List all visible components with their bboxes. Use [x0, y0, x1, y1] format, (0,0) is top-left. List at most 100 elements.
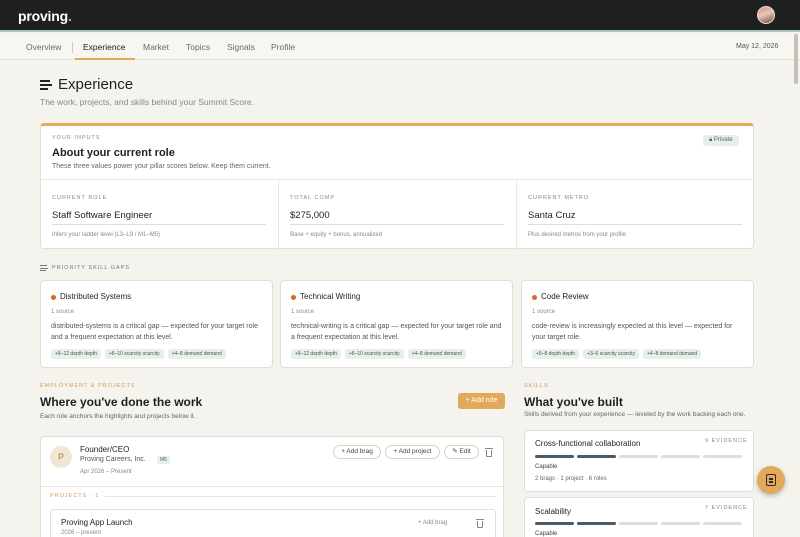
level-bars — [535, 455, 742, 458]
gap-description: code-review is increasingly expected at … — [532, 323, 733, 341]
company-avatar: P — [50, 446, 72, 468]
skill-gaps-label: PRIORITY SKILL GAPS — [52, 265, 130, 271]
skill-gap-card[interactable]: Technical Writing 1 source technical-wri… — [280, 280, 513, 368]
skill-card[interactable]: Scalability 7 EVIDENCE Capable — [524, 497, 754, 537]
nav-separator — [72, 42, 73, 53]
scrollbar[interactable] — [794, 34, 798, 84]
project-add-brag-button[interactable]: + Add brag — [418, 520, 447, 526]
scarcity-chip: +6–10 scarcity scarcity — [104, 349, 164, 359]
tab-experience[interactable]: Experience — [83, 42, 126, 52]
pencil-icon: ✎ — [452, 448, 460, 455]
role-card: P Founder/CEO Proving Careers, Inc. M5 A… — [40, 436, 504, 537]
inputs-card: YOUR INPUTS 🔒︎ Private About your curren… — [40, 123, 755, 250]
nav-bar: Overview Experience Market Topics Signal… — [0, 34, 800, 60]
status-dot — [532, 295, 537, 300]
gap-name: Technical Writing — [300, 292, 361, 301]
field-hint: Infers your ladder level (L3–L9 / M1–M5) — [52, 232, 161, 238]
project-card[interactable]: Proving App Launch 2026 – present + Add … — [50, 509, 496, 537]
skill-meta: 2 brags · 1 project · 6 roles — [535, 476, 607, 482]
active-tab-indicator — [75, 58, 135, 60]
gap-source: 1 source — [51, 309, 75, 315]
gap-source: 1 source — [291, 309, 315, 315]
evidence-count: 9 EVIDENCE — [705, 438, 748, 444]
total-comp-value[interactable]: $275,000 — [290, 210, 330, 221]
scarcity-chip: +3–6 scarcity scarcity — [583, 349, 640, 359]
private-badge-label: Private — [713, 137, 733, 143]
tab-overview[interactable]: Overview — [26, 42, 61, 52]
sliders-icon — [40, 80, 52, 90]
total-comp-field[interactable]: TOTAL COMP $275,000 Base + equity + bonu… — [279, 180, 517, 250]
skill-card[interactable]: Cross-functional collaboration 9 EVIDENC… — [524, 430, 754, 492]
logo-dot: . — [67, 8, 72, 24]
employment-eyebrow: EMPLOYMENT & PROJECTS — [40, 383, 136, 389]
field-label: CURRENT ROLE — [52, 195, 108, 201]
role-title: Founder/CEO — [80, 445, 130, 454]
tab-topics[interactable]: Topics — [186, 42, 210, 52]
current-metro-field[interactable]: CURRENT METRO Santa Cruz Plus desired me… — [517, 180, 755, 250]
level-bar — [703, 522, 742, 525]
skill-level: Capable — [535, 531, 558, 537]
list-icon — [40, 265, 48, 271]
tab-market[interactable]: Market — [143, 42, 169, 52]
skills-eyebrow: SKILLS — [524, 383, 549, 389]
add-brag-button[interactable]: + Add brag — [333, 445, 381, 459]
demand-chip: +4–8 demand demand — [643, 349, 702, 359]
depth-chip: +8–12 depth depth — [291, 349, 341, 359]
current-date: May 12, 2026 — [736, 43, 779, 50]
field-underline — [528, 224, 742, 225]
divider — [41, 486, 503, 487]
gap-description: distributed-systems is a critical gap — … — [51, 323, 258, 341]
depth-chip: +8–12 depth depth — [51, 349, 101, 359]
trash-icon[interactable] — [476, 519, 484, 528]
status-dot — [51, 295, 56, 300]
user-avatar[interactable] — [757, 6, 775, 24]
demand-chip: +4–8 demand demand — [407, 349, 466, 359]
level-bar — [619, 455, 658, 458]
add-role-button[interactable]: + Add role — [458, 393, 505, 409]
skill-level: Capable — [535, 464, 558, 470]
level-bar — [661, 455, 700, 458]
level-bar — [535, 522, 574, 525]
divider — [105, 496, 497, 497]
projects-label: PROJECTS · 1 — [50, 493, 100, 499]
role-company: Proving Careers, Inc. — [80, 456, 146, 463]
level-bar — [661, 522, 700, 525]
level-bar — [703, 455, 742, 458]
level-bar — [619, 522, 658, 525]
notes-fab-button[interactable] — [757, 466, 785, 494]
field-underline — [52, 224, 266, 225]
edit-label: Edit — [459, 448, 471, 455]
add-project-button[interactable]: + Add project — [385, 445, 440, 459]
current-role-field[interactable]: CURRENT ROLE Staff Software Engineer Inf… — [41, 180, 279, 250]
gap-name: Distributed Systems — [60, 292, 132, 301]
field-label: CURRENT METRO — [528, 195, 590, 201]
trash-icon[interactable] — [485, 448, 493, 457]
page-title: Experience — [58, 76, 134, 93]
field-hint: Plus desired metros from your profile — [528, 232, 627, 238]
employment-subtitle: Each role anchors the highlights and pro… — [40, 413, 196, 420]
skill-gap-card[interactable]: Code Review 1 source code-review is incr… — [521, 280, 754, 368]
field-underline — [290, 224, 504, 225]
demand-chip: +4–8 demand demand — [167, 349, 226, 359]
skill-gap-card[interactable]: Distributed Systems 1 source distributed… — [40, 280, 273, 368]
current-metro-value[interactable]: Santa Cruz — [528, 210, 576, 221]
evidence-count: 7 EVIDENCE — [705, 505, 748, 511]
gap-description: technical-writing is a critical gap — ex… — [291, 323, 502, 341]
inputs-desc: These three values power your pillar sco… — [52, 163, 271, 170]
inputs-title: About your current role — [52, 147, 175, 159]
status-dot — [291, 295, 296, 300]
level-bar — [577, 522, 616, 525]
tab-profile[interactable]: Profile — [271, 42, 295, 52]
page-subtitle: The work, projects, and skills behind yo… — [40, 97, 255, 107]
level-bar — [577, 455, 616, 458]
tab-signals[interactable]: Signals — [227, 42, 255, 52]
edit-button[interactable]: ✎ Edit — [444, 445, 479, 459]
skills-title: What you've built — [524, 395, 623, 409]
current-role-value[interactable]: Staff Software Engineer — [52, 210, 152, 221]
level-badge: M5 — [157, 456, 170, 464]
logo[interactable]: proving. — [18, 8, 72, 24]
gap-name: Code Review — [541, 292, 589, 301]
skill-name: Cross-functional collaboration — [535, 439, 641, 448]
scarcity-chip: +6–10 scarcity scarcity — [344, 349, 404, 359]
level-bar — [535, 455, 574, 458]
